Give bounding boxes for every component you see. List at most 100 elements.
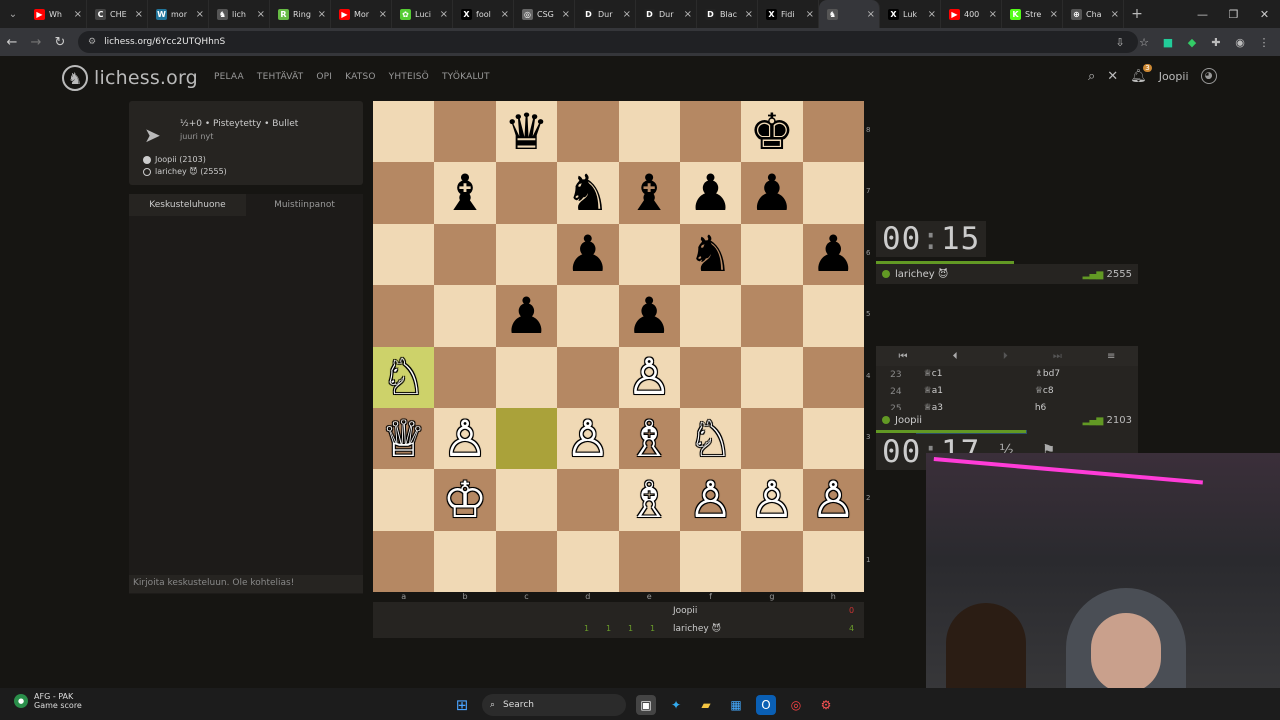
lichess-logo[interactable]: ♞ lichess.org (62, 65, 198, 91)
tab-close-icon[interactable]: × (745, 9, 753, 20)
tab-close-icon[interactable]: × (501, 9, 509, 20)
site-info-icon[interactable]: ⚙ (88, 37, 96, 47)
chess-piece[interactable]: ♗ (627, 414, 672, 464)
tab-close-icon[interactable]: × (1111, 9, 1119, 20)
tab-close-icon[interactable]: × (196, 9, 204, 20)
forward-arrow-icon[interactable]: → (24, 35, 48, 50)
square-h2[interactable]: ♙ (802, 469, 864, 531)
taskbar-search[interactable]: ⌕ Search (482, 694, 626, 716)
chess-piece[interactable]: ♟ (750, 168, 795, 218)
browser-tab[interactable]: ♞ × (819, 0, 880, 28)
tab-close-icon[interactable]: × (989, 9, 997, 20)
tab-close-icon[interactable]: × (379, 9, 387, 20)
square-f7[interactable]: ♟ (679, 162, 742, 224)
square-a1[interactable] (373, 530, 435, 592)
tab-close-icon[interactable]: × (867, 9, 875, 20)
chess-piece[interactable]: ♙ (688, 475, 733, 525)
square-b1[interactable] (434, 530, 496, 592)
square-f4[interactable] (679, 346, 742, 408)
square-g8[interactable]: ♚ (741, 101, 803, 163)
white-player[interactable]: Joopii (2103) (143, 155, 206, 164)
browser-tab[interactable]: X Fidi × (758, 0, 819, 28)
tab-close-icon[interactable]: × (623, 9, 631, 20)
next-move-icon[interactable]: ⏵ (1003, 351, 1008, 362)
store-icon[interactable]: ▦ (726, 695, 746, 715)
square-f5[interactable] (679, 285, 742, 347)
chess-piece[interactable]: ♛ (504, 107, 549, 157)
chess-piece[interactable]: ♘ (688, 414, 733, 464)
square-d5[interactable] (557, 285, 619, 347)
prev-move-icon[interactable]: ⏴ (953, 351, 958, 362)
square-e7[interactable]: ♝ (618, 162, 680, 224)
square-a4[interactable]: ♘ (373, 346, 435, 408)
chess-piece[interactable]: ♙ (565, 414, 610, 464)
browser-tab[interactable]: ▶ Wh × (26, 0, 87, 28)
square-e3[interactable]: ♗ (618, 407, 680, 470)
tab-close-icon[interactable]: × (562, 9, 570, 20)
browser-tab[interactable]: Xfool × (453, 0, 514, 28)
square-a8[interactable] (373, 101, 435, 163)
chess-piece[interactable]: ♟ (688, 168, 733, 218)
square-f2[interactable]: ♙ (679, 469, 742, 531)
tools-cross-icon[interactable]: ✕ (1107, 69, 1118, 84)
square-g7[interactable]: ♟ (741, 162, 803, 224)
nav-watch[interactable]: KATSO (345, 72, 376, 82)
square-h5[interactable] (802, 285, 864, 347)
tab-notes[interactable]: Muistiinpanot (246, 194, 363, 216)
browser-tab[interactable]: Wmor × (148, 0, 209, 28)
bookmark-star-icon[interactable]: ☆ (1136, 36, 1152, 49)
square-b3[interactable]: ♙ (434, 407, 496, 470)
square-d4[interactable] (557, 346, 619, 408)
last-move-icon[interactable]: ⏭ (1053, 351, 1062, 362)
tab-close-icon[interactable]: × (806, 9, 814, 20)
chess-piece[interactable]: ♝ (627, 168, 672, 218)
square-g1[interactable] (741, 530, 803, 592)
white-move[interactable]: ♕a1 (916, 383, 1027, 400)
square-e4[interactable]: ♙ (618, 346, 680, 408)
profile-icon[interactable]: ◉ (1232, 36, 1248, 49)
chess-piece[interactable]: ♔ (443, 475, 488, 525)
chess-piece[interactable]: ♘ (381, 352, 426, 402)
url-field[interactable]: ⚙ lichess.org/6Ycc2UTQHhnS (78, 31, 1138, 53)
tab-close-icon[interactable]: × (684, 9, 692, 20)
square-d6[interactable]: ♟ (557, 223, 619, 286)
chess-board[interactable]: ♛ ♚ ♝ ♞ ♝ ♟ ♟ ♟ ♞ ♟ ♟ ♟ ♘ ♙ ♕ ♙ ♙ ♗ ♘ ♔ ♗ ♙ ♙ ♙ (373, 101, 864, 592)
square-a2[interactable] (373, 469, 435, 531)
close-window-icon[interactable]: ✕ (1249, 8, 1280, 21)
square-g3[interactable] (741, 407, 803, 470)
chess-piece[interactable]: ♗ (627, 475, 672, 525)
square-a6[interactable] (373, 223, 435, 286)
chess-piece[interactable]: ♝ (443, 168, 488, 218)
chess-piece[interactable]: ♙ (443, 414, 488, 464)
nav-community[interactable]: YHTEISÖ (389, 72, 429, 82)
square-b5[interactable] (434, 285, 496, 347)
square-b2[interactable]: ♔ (434, 469, 496, 531)
app-icon[interactable]: ⚙ (816, 695, 836, 715)
chess-piece[interactable]: ♙ (811, 475, 856, 525)
square-e5[interactable]: ♟ (618, 285, 680, 347)
tab-close-icon[interactable]: × (74, 9, 82, 20)
browser-tab[interactable]: X Luk × (880, 0, 941, 28)
browser-tab[interactable]: D Dur × (636, 0, 697, 28)
menu-icon[interactable]: ≡ (1107, 351, 1115, 362)
chess-piece[interactable]: ♙ (750, 475, 795, 525)
square-g5[interactable] (741, 285, 803, 347)
extension-shield-icon[interactable]: ◆ (1184, 36, 1200, 49)
white-move[interactable]: ♕c1 (916, 366, 1027, 383)
browser-tab[interactable]: ⊕ Cha × (1063, 0, 1124, 28)
square-a5[interactable] (373, 285, 435, 347)
square-h6[interactable]: ♟ (802, 223, 864, 286)
chess-piece[interactable]: ♟ (627, 291, 672, 341)
square-g2[interactable]: ♙ (741, 469, 803, 531)
nav-play[interactable]: PELAA (214, 72, 244, 82)
task-view-icon[interactable]: ▣ (636, 695, 656, 715)
more-menu-icon[interactable]: ⋮ (1256, 36, 1272, 49)
square-e6[interactable] (618, 223, 680, 286)
square-h4[interactable] (802, 346, 864, 408)
extensions-puzzle-icon[interactable]: ✚ (1208, 36, 1224, 49)
square-e2[interactable]: ♗ (618, 469, 680, 531)
windows-start-icon[interactable]: ⊞ (452, 695, 472, 715)
chess-piece[interactable]: ♞ (688, 229, 733, 279)
chess-piece[interactable]: ♙ (627, 352, 672, 402)
username[interactable]: Joopii (1159, 70, 1189, 83)
